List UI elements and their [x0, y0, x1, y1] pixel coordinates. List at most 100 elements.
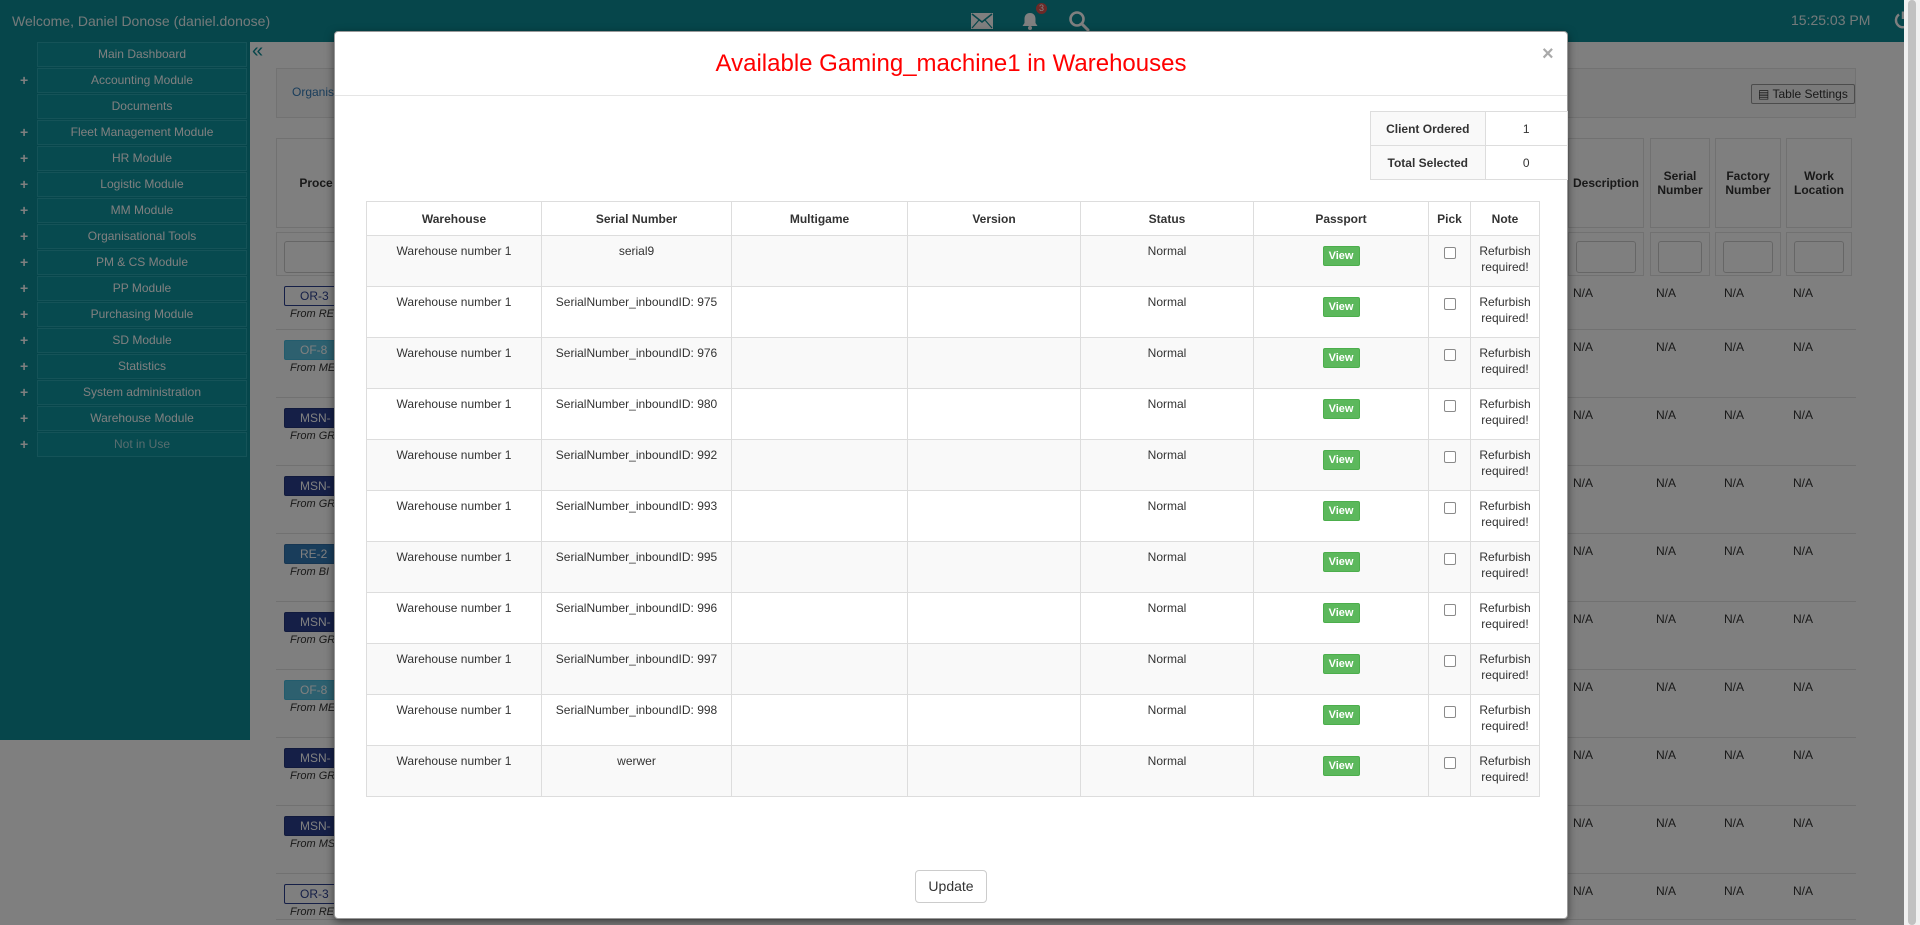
multigame-cell [731, 694, 908, 746]
view-passport-button[interactable]: View [1322, 399, 1360, 419]
status-cell: Normal [1080, 745, 1254, 797]
column-header-passport[interactable]: Passport [1253, 201, 1429, 236]
version-cell [907, 541, 1081, 593]
note-text: Refurbish required! [1479, 651, 1530, 683]
column-header-pick[interactable]: Pick [1428, 201, 1471, 236]
pick-checkbox[interactable] [1443, 553, 1456, 565]
multigame-cell [731, 286, 908, 338]
total-selected-value: 0 [1484, 145, 1569, 180]
passport-cell: View [1253, 388, 1429, 440]
serial-number-cell: SerialNumber_inboundID: 992 [541, 439, 732, 491]
note-line: Refurbish [1479, 244, 1531, 258]
column-header-status[interactable]: Status [1080, 201, 1254, 236]
version-cell [907, 643, 1081, 695]
multigame-cell [731, 643, 908, 695]
status-cell: Normal [1080, 694, 1254, 746]
column-header-warehouse[interactable]: Warehouse [366, 201, 542, 236]
note-line: Refurbish [1479, 346, 1531, 360]
note-line: Refurbish [1479, 499, 1531, 513]
note-cell: Refurbish required! [1470, 592, 1540, 644]
table-row: Warehouse number 1 SerialNumber_inboundID… [366, 694, 1540, 746]
pick-checkbox[interactable] [1443, 604, 1456, 616]
pick-cell [1428, 694, 1471, 746]
note-line: Refurbish [1479, 448, 1531, 462]
note-line: required! [1481, 362, 1529, 376]
note-cell: Refurbish required! [1470, 694, 1540, 746]
view-passport-button[interactable]: View [1322, 246, 1360, 266]
table-row: Warehouse number 1 SerialNumber_inboundID… [366, 439, 1540, 491]
serial-number-cell: SerialNumber_inboundID: 995 [541, 541, 732, 593]
view-passport-button[interactable]: View [1322, 552, 1360, 572]
note-cell: Refurbish required! [1470, 286, 1540, 338]
view-passport-button[interactable]: View [1322, 654, 1360, 674]
column-header-note[interactable]: Note [1470, 201, 1540, 236]
note-text: Refurbish required! [1479, 753, 1530, 785]
serial-number-cell: SerialNumber_inboundID: 998 [541, 694, 732, 746]
note-line: Refurbish [1479, 754, 1531, 768]
pick-checkbox[interactable] [1443, 247, 1456, 259]
warehouse-cell: Warehouse number 1 [366, 286, 542, 338]
pick-cell [1428, 643, 1471, 695]
view-passport-button[interactable]: View [1322, 450, 1360, 470]
note-cell: Refurbish required! [1470, 235, 1540, 287]
order-summary-table: Client Ordered 1 Total Selected 0 [1370, 111, 1569, 180]
note-text: Refurbish required! [1479, 243, 1530, 275]
note-text: Refurbish required! [1479, 549, 1530, 581]
column-header-version[interactable]: Version [907, 201, 1081, 236]
pick-checkbox[interactable] [1443, 706, 1456, 718]
close-icon[interactable]: × [1542, 44, 1554, 64]
scrollbar-thumb[interactable] [1908, 0, 1916, 925]
note-text: Refurbish required! [1479, 447, 1530, 479]
view-passport-button[interactable]: View [1322, 297, 1360, 317]
serial-number-cell: serial9 [541, 235, 732, 287]
note-cell: Refurbish required! [1470, 643, 1540, 695]
serial-number-cell: SerialNumber_inboundID: 976 [541, 337, 732, 389]
view-passport-button[interactable]: View [1322, 348, 1360, 368]
table-row: Warehouse number 1 SerialNumber_inboundID… [366, 388, 1540, 440]
table-row: Warehouse number 1 SerialNumber_inboundID… [366, 490, 1540, 542]
passport-cell: View [1253, 541, 1429, 593]
warehouse-cell: Warehouse number 1 [366, 439, 542, 491]
warehouse-cell: Warehouse number 1 [366, 592, 542, 644]
serial-number-cell: SerialNumber_inboundID: 980 [541, 388, 732, 440]
note-text: Refurbish required! [1479, 498, 1530, 530]
version-cell [907, 592, 1081, 644]
warehouse-table-body: Warehouse number 1 serial9 Normal View Refur… [366, 235, 1540, 797]
note-text: Refurbish required! [1479, 702, 1530, 734]
view-passport-button[interactable]: View [1322, 705, 1360, 725]
pick-checkbox[interactable] [1443, 655, 1456, 667]
note-line: required! [1481, 260, 1529, 274]
view-passport-button[interactable]: View [1322, 603, 1360, 623]
serial-number-cell: SerialNumber_inboundID: 975 [541, 286, 732, 338]
pick-checkbox[interactable] [1443, 298, 1456, 310]
update-button[interactable]: Update [915, 870, 987, 903]
status-cell: Normal [1080, 541, 1254, 593]
pick-checkbox[interactable] [1443, 349, 1456, 361]
passport-cell: View [1253, 694, 1429, 746]
pick-checkbox[interactable] [1443, 502, 1456, 514]
column-header-multigame[interactable]: Multigame [731, 201, 908, 236]
note-cell: Refurbish required! [1470, 490, 1540, 542]
view-passport-button[interactable]: View [1322, 501, 1360, 521]
status-cell: Normal [1080, 388, 1254, 440]
status-cell: Normal [1080, 592, 1254, 644]
version-cell [907, 439, 1081, 491]
modal-title: Available Gaming_machine1 in Warehouses [715, 50, 1187, 77]
view-passport-button[interactable]: View [1322, 756, 1360, 776]
pick-checkbox[interactable] [1443, 400, 1456, 412]
multigame-cell [731, 490, 908, 542]
table-row: Warehouse number 1 serial9 Normal View Refur… [366, 235, 1540, 287]
table-row: Warehouse number 1 SerialNumber_inboundID… [366, 541, 1540, 593]
pick-checkbox[interactable] [1443, 451, 1456, 463]
page-scrollbar[interactable] [1904, 0, 1920, 925]
pick-cell [1428, 490, 1471, 542]
pick-cell [1428, 439, 1471, 491]
version-cell [907, 745, 1081, 797]
note-cell: Refurbish required! [1470, 337, 1540, 389]
column-header-serial-number[interactable]: Serial Number [541, 201, 732, 236]
note-line: Refurbish [1479, 601, 1531, 615]
pick-checkbox[interactable] [1443, 757, 1456, 769]
multigame-cell [731, 541, 908, 593]
pick-cell [1428, 235, 1471, 287]
pick-cell [1428, 745, 1471, 797]
